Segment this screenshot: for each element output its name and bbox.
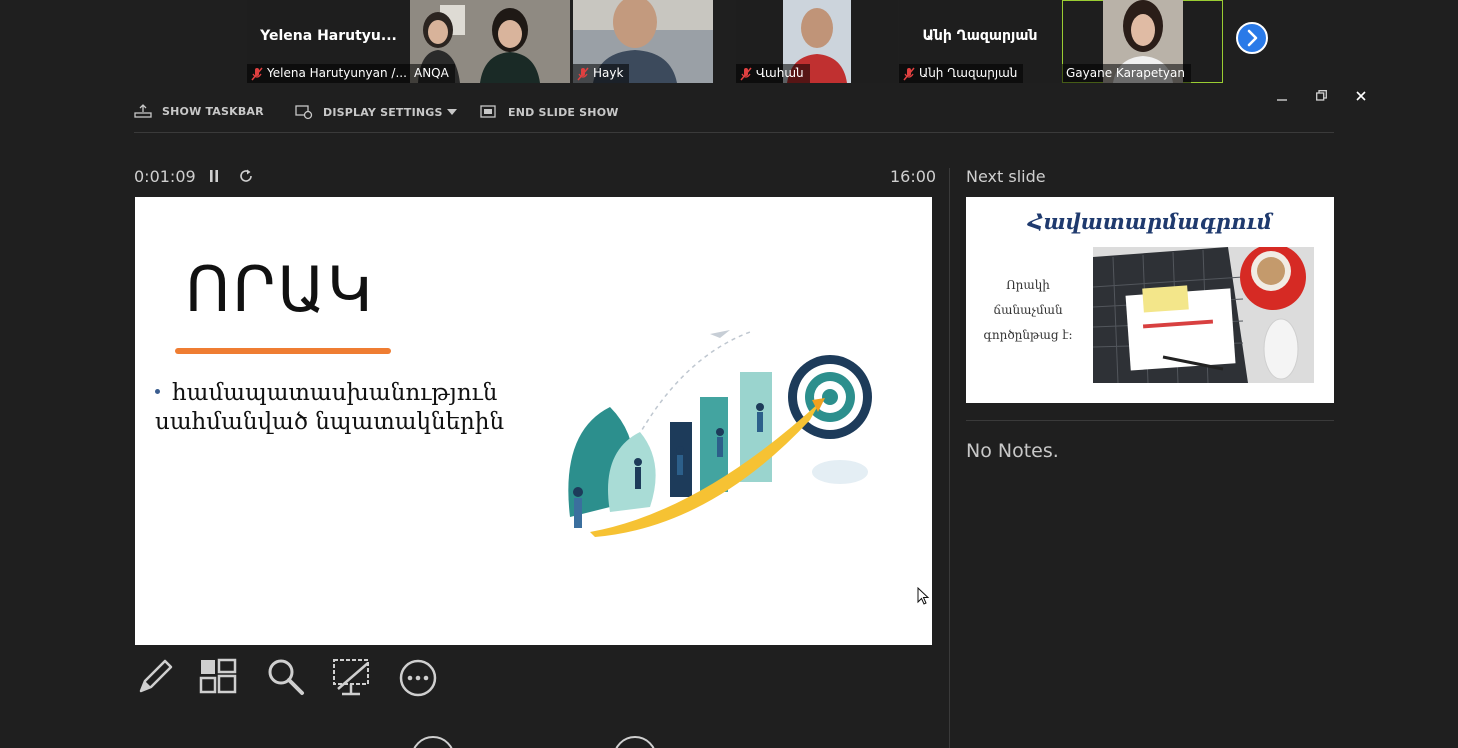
participant-tile-anqa[interactable]: ANQA	[410, 0, 570, 83]
caret-down-icon	[446, 109, 457, 115]
pen-tool-button[interactable]	[135, 657, 175, 701]
participant-tile-hayk[interactable]: Hayk	[573, 0, 713, 83]
more-icon	[399, 659, 437, 697]
taskbar-icon	[134, 104, 152, 118]
slide-bullet-text: համապատասխանություն սահմանված նպատակների…	[155, 380, 505, 435]
restore-button[interactable]	[1316, 90, 1327, 105]
participant-caption: Gayane Karapetyan	[1062, 64, 1191, 83]
next-slide-button[interactable]	[613, 736, 657, 748]
bullet-dot	[155, 389, 160, 394]
participant-name: Gayane Karapetyan	[1066, 66, 1185, 80]
goal-illustration	[568, 330, 872, 537]
screen-icon	[333, 659, 369, 696]
zoom-button[interactable]	[266, 657, 306, 701]
next-slide-body: Որակի ճանաչման գործընթաց է:	[983, 278, 1073, 342]
elapsed-timer: 0:01:09	[134, 167, 196, 186]
prev-slide-button[interactable]	[411, 736, 455, 748]
participant-tile-gayane[interactable]: Gayane Karapetyan	[1062, 0, 1223, 83]
slides-grid-icon	[199, 658, 237, 694]
participant-caption: ANQA	[410, 64, 455, 83]
participant-caption: Yelena Harutyunyan /...	[247, 64, 410, 83]
mic-off-icon	[903, 67, 915, 80]
participant-name: ANQA	[414, 66, 449, 80]
slide-title-underline	[175, 348, 391, 354]
next-slide-heading: Next slide	[966, 167, 1046, 186]
participant-name: Անի Ղազարյան	[919, 66, 1018, 80]
pen-icon	[139, 659, 173, 693]
see-all-slides-button[interactable]	[199, 657, 239, 701]
black-screen-button[interactable]	[332, 657, 372, 701]
slide-bullet: համապատասխանություն սահմանված նպատակների…	[155, 379, 535, 437]
participant-tile-ani[interactable]: Անի Ղազարյան Անի Ղազարյան	[899, 0, 1061, 83]
panel-divider	[949, 168, 950, 748]
restart-timer-button[interactable]	[238, 168, 254, 188]
participant-tile-yelena[interactable]: Yelena Harutyu... Yelena Harutyunyan /..…	[247, 0, 410, 83]
restore-icon	[1316, 90, 1327, 101]
mouse-cursor-icon	[917, 587, 930, 605]
end-show-icon	[480, 105, 496, 118]
speaker-notes: No Notes.	[966, 440, 1059, 462]
more-options-button[interactable]	[398, 657, 438, 701]
participant-name: Hayk	[593, 66, 624, 80]
display-settings-label: DISPLAY SETTINGS	[323, 105, 443, 119]
participant-display-name: Yelena Harutyu...	[260, 28, 397, 44]
mic-off-icon	[577, 67, 589, 80]
participant-caption: Hayk	[573, 64, 630, 83]
end-slide-show-label: END SLIDE SHOW	[508, 105, 619, 119]
participant-display-name: Անի Ղազարյան	[922, 28, 1038, 44]
end-slide-show-button[interactable]: END SLIDE SHOW	[480, 104, 619, 120]
display-settings-icon	[295, 105, 313, 120]
participant-name: Yelena Harutyunyan /...	[267, 66, 407, 80]
clock-time: 16:00	[890, 167, 937, 186]
chevron-right-icon	[1247, 29, 1258, 47]
current-slide[interactable]: ՈՐԱԿ համապատասխանություն սահմանված նպատա…	[135, 197, 932, 645]
slide-title: ՈՐԱԿ	[185, 253, 375, 326]
show-taskbar-button[interactable]: SHOW TASKBAR	[134, 104, 264, 118]
close-icon	[1356, 91, 1366, 101]
next-participants-button[interactable]	[1236, 22, 1268, 54]
show-taskbar-label: SHOW TASKBAR	[162, 104, 264, 118]
participant-tile-vahan[interactable]: Վահան	[736, 0, 898, 83]
pause-button[interactable]	[207, 168, 221, 188]
mic-off-icon	[251, 67, 263, 80]
minimize-icon	[1277, 99, 1287, 101]
participant-caption: Վահան	[736, 64, 810, 83]
zoom-icon	[268, 659, 304, 695]
participant-name: Վահան	[756, 66, 804, 80]
display-settings-button[interactable]: DISPLAY SETTINGS	[295, 104, 457, 120]
next-slide-title: Հավատարմագրում	[1027, 209, 1273, 234]
notes-divider	[966, 420, 1334, 421]
participant-caption: Անի Ղազարյան	[899, 64, 1024, 83]
mic-off-icon	[740, 67, 752, 80]
laptop-coffee-photo	[1093, 247, 1314, 383]
minimize-button[interactable]	[1277, 90, 1287, 106]
next-slide-preview[interactable]: Հավատարմագրում Որակի ճանաչման գործընթաց …	[966, 197, 1334, 403]
toolbar-divider	[134, 132, 1334, 133]
pause-icon	[210, 170, 218, 182]
restart-icon	[240, 169, 252, 182]
close-button[interactable]	[1356, 90, 1366, 105]
